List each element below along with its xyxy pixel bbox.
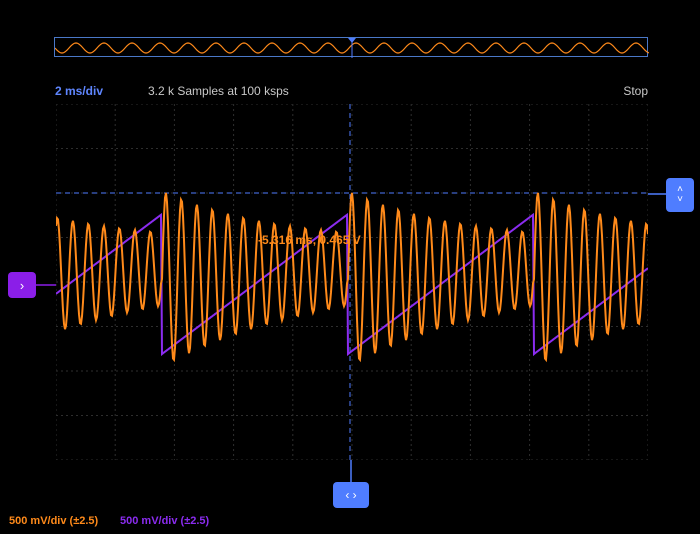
chevron-down-icon: ˅ — [677, 194, 683, 205]
scope-display[interactable] — [56, 104, 648, 460]
cursor-readout: -5.316 ms, 0.465 V — [258, 233, 361, 247]
chevron-right-icon: › — [19, 277, 25, 293]
sample-info: 3.2 k Samples at 100 ksps — [148, 84, 289, 98]
overview-trace — [55, 38, 649, 58]
waveform-overview[interactable] — [54, 37, 649, 58]
channel-2-scale[interactable]: 500 mV/div (±2.5) — [120, 515, 209, 527]
trigger-level-handle[interactable]: ˄ ˅ — [666, 178, 694, 212]
channel-1-scale[interactable]: 500 mV/div (±2.5) — [9, 515, 98, 527]
channel-marker-line — [36, 284, 56, 286]
position-marker-line — [350, 460, 352, 482]
timebase-label[interactable]: 2 ms/div — [55, 84, 103, 98]
horizontal-position-handle[interactable]: ‹ › — [333, 482, 369, 508]
channel-offset-handle[interactable]: › — [8, 272, 36, 298]
overview-position-marker — [348, 38, 356, 43]
trigger-marker-line — [648, 193, 666, 195]
chevron-left-right-icon: ‹ › — [345, 488, 357, 502]
run-state[interactable]: Stop — [623, 84, 648, 98]
